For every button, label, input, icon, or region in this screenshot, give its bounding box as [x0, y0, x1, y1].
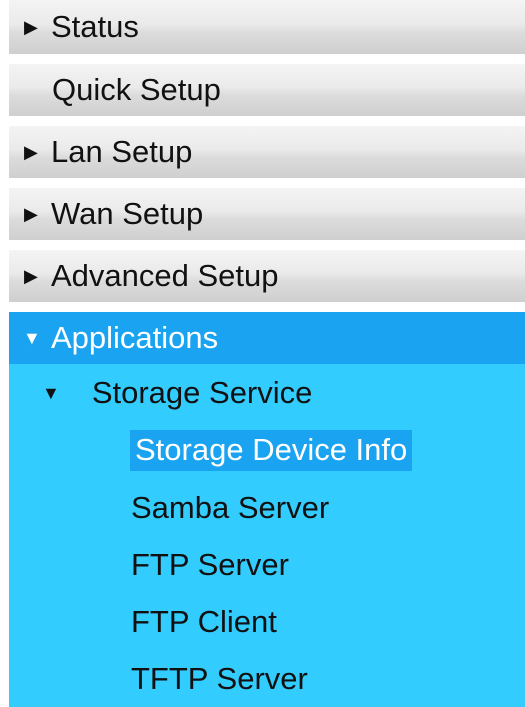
- menu-item-lan-setup[interactable]: ▶ Lan Setup: [9, 126, 525, 178]
- submenu-item-samba-server[interactable]: Samba Server: [9, 479, 525, 536]
- triangle-right-icon: ▶: [24, 266, 38, 286]
- triangle-right-icon: ▶: [24, 142, 38, 162]
- menu-item-label: Wan Setup: [51, 196, 204, 231]
- triangle-right-icon: ▶: [24, 204, 38, 224]
- submenu-item-label: FTP Client: [131, 603, 277, 639]
- submenu-item-label: Storage Device Info: [130, 430, 413, 471]
- menu-item-label: Applications: [51, 320, 219, 355]
- menu-item-label: Advanced Setup: [51, 258, 279, 293]
- triangle-down-icon: ▼: [42, 383, 60, 403]
- triangle-right-icon: ▶: [24, 17, 38, 37]
- submenu-item-storage-service[interactable]: ▼ Storage Service: [9, 364, 525, 422]
- menu-item-applications[interactable]: ▼ Applications: [9, 312, 525, 364]
- menu-item-label: Lan Setup: [51, 134, 193, 169]
- menu-item-wan-setup[interactable]: ▶ Wan Setup: [9, 188, 525, 240]
- submenu-item-tftp-server[interactable]: TFTP Server: [9, 650, 525, 707]
- menu-item-status[interactable]: ▶ Status: [9, 0, 525, 54]
- submenu-item-label: Samba Server: [131, 489, 330, 525]
- menu-item-advanced-setup[interactable]: ▶ Advanced Setup: [9, 250, 525, 302]
- submenu-item-ftp-server[interactable]: FTP Server: [9, 536, 525, 593]
- submenu-item-label: TFTP Server: [131, 660, 308, 696]
- menu-item-label: Status: [51, 9, 139, 44]
- menu-item-label: Quick Setup: [52, 72, 221, 107]
- menu-item-quick-setup[interactable]: Quick Setup: [9, 64, 525, 116]
- applications-section: ▼ Applications ▼ Storage Service Storage…: [9, 312, 525, 707]
- submenu-item-label: Storage Service: [91, 375, 313, 410]
- navigation-menu: ▶ Status Quick Setup ▶ Lan Setup ▶ Wan S…: [9, 0, 525, 707]
- submenu-item-ftp-client[interactable]: FTP Client: [9, 593, 525, 650]
- submenu-item-label: FTP Server: [131, 546, 289, 582]
- triangle-down-icon: ▼: [23, 328, 41, 348]
- submenu-item-storage-device-info[interactable]: Storage Device Info: [9, 422, 525, 479]
